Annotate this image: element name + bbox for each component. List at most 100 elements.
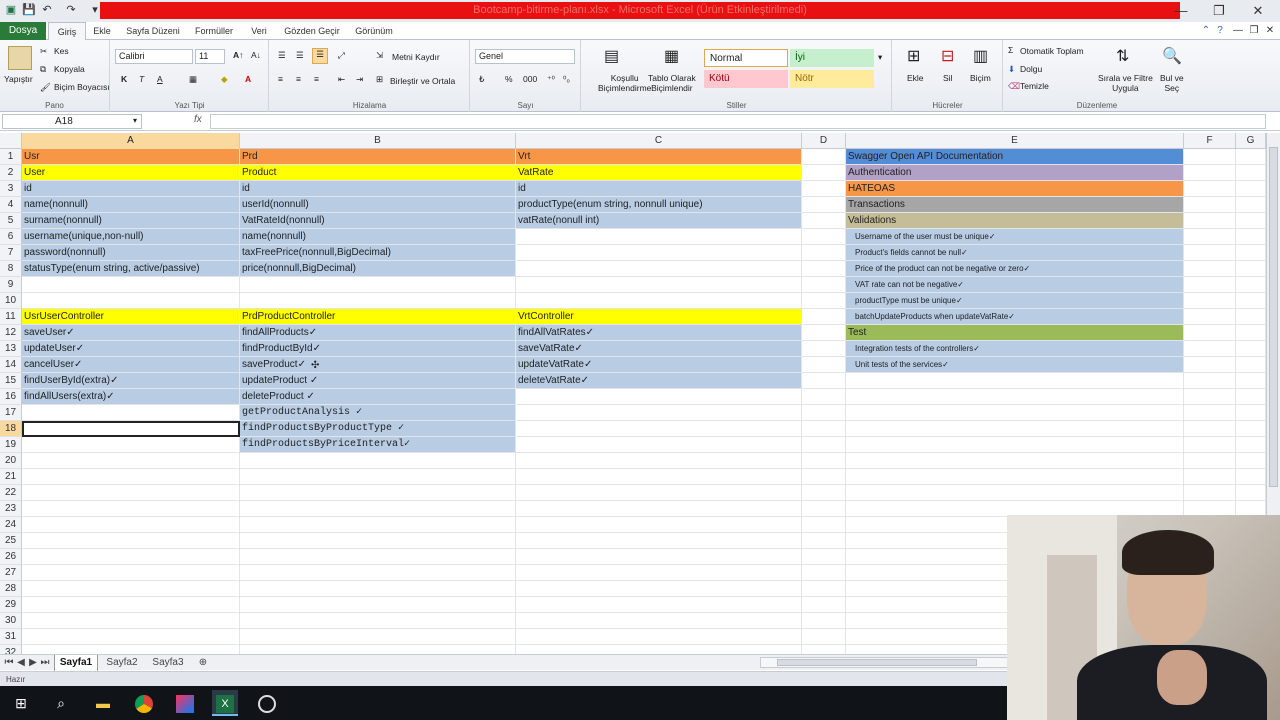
cell-b7[interactable]: taxFreePrice(nonnull,BigDecimal) [240,245,516,261]
align-bottom-icon[interactable]: ☰ [312,48,328,64]
cell-c1[interactable]: Vrt [516,149,802,165]
format-as-table-icon[interactable]: ▦ [664,46,679,66]
italic-button[interactable]: T [139,74,144,84]
row-header[interactable]: 5 [0,213,22,229]
sheet-tab-sayfa3[interactable]: Sayfa3 [148,655,188,671]
cell-b14[interactable]: saveProduct✓ [240,357,516,373]
clear-icon[interactable]: ⌫ [1008,81,1020,92]
cell-g21[interactable] [1236,469,1266,485]
column-header-f[interactable]: F [1184,133,1236,149]
cell-d30[interactable] [802,613,846,629]
cell-b26[interactable] [240,549,516,565]
cell-e4[interactable]: Transactions [846,197,1184,213]
cell-f17[interactable] [1184,405,1236,421]
cell-b20[interactable] [240,453,516,469]
cell-c9[interactable] [516,277,802,293]
cell-c18[interactable] [516,421,802,437]
cell-d7[interactable] [802,245,846,261]
cell-e5[interactable]: Validations [846,213,1184,229]
cell-e11[interactable]: batchUpdateProducts when updateVatRate✓ [846,309,1184,325]
tab-home[interactable]: Giriş [48,22,86,40]
cell-c23[interactable] [516,501,802,517]
cell-f2[interactable] [1184,165,1236,181]
cell-b30[interactable] [240,613,516,629]
cell-a32[interactable] [22,645,240,654]
cell-a28[interactable] [22,581,240,597]
cell-g3[interactable] [1236,181,1266,197]
font-color-icon[interactable]: A [245,74,251,84]
cell-d25[interactable] [802,533,846,549]
last-sheet-icon[interactable]: ⏭ [40,655,50,671]
cell-c8[interactable] [516,261,802,277]
cell-d23[interactable] [802,501,846,517]
format-painter-icon[interactable]: 🖌 [40,82,51,93]
row-header[interactable]: 19 [0,437,22,453]
cell-e12[interactable]: Test [846,325,1184,341]
column-header-d[interactable]: D [802,133,846,149]
cell-c5[interactable]: vatRate(nonull int) [516,213,802,229]
column-header-a[interactable]: A [22,133,240,149]
cell-f20[interactable] [1184,453,1236,469]
tab-review[interactable]: Gözden Geçir [280,22,344,40]
close-button[interactable]: ✕ [1243,2,1273,20]
clear-button[interactable]: Temizle [1020,81,1049,91]
format-as-table-button[interactable]: Tablo Olarak Biçimlendir [648,73,696,93]
cut-button[interactable]: Kes [54,46,69,56]
style-normal[interactable]: Normal [704,49,788,67]
orientation-icon[interactable]: ⤢ [338,50,345,61]
row-header[interactable]: 24 [0,517,22,533]
cell-d26[interactable] [802,549,846,565]
cell-d18[interactable] [802,421,846,437]
ribbon-collapse-icon[interactable]: ⌃ [1200,25,1212,37]
cell-b19[interactable]: findProductsByPriceInterval✓ [240,437,516,453]
row-header[interactable]: 2 [0,165,22,181]
paste-button[interactable]: Yapıştır [4,74,33,84]
tab-view[interactable]: Görünüm [352,22,396,40]
cell-d24[interactable] [802,517,846,533]
autosum-button[interactable]: Otomatik Toplam [1020,46,1084,56]
row-header[interactable]: 27 [0,565,22,581]
cell-e19[interactable] [846,437,1184,453]
insert-cells-icon[interactable]: ⊞ [907,46,920,66]
cell-f8[interactable] [1184,261,1236,277]
style-bad[interactable]: Kötü [704,70,788,88]
cell-g8[interactable] [1236,261,1266,277]
increase-decimal-icon[interactable]: ⁺⁰ [547,74,555,85]
cell-d28[interactable] [802,581,846,597]
insert-cells-button[interactable]: Ekle [907,73,924,83]
column-header-b[interactable]: B [240,133,516,149]
minimize-button[interactable]: — [1166,2,1196,20]
paste-icon[interactable] [8,46,32,70]
row-header[interactable]: 18 [0,421,22,437]
cell-d22[interactable] [802,485,846,501]
cell-b32[interactable] [240,645,516,654]
wrap-text-icon[interactable]: ⇲ [376,50,383,61]
cell-c10[interactable] [516,293,802,309]
increase-indent-icon[interactable]: ⇥ [356,74,363,85]
row-header[interactable]: 13 [0,341,22,357]
font-name-select[interactable]: Calibri [115,49,193,64]
row-header[interactable]: 32 [0,645,22,654]
excel-icon[interactable]: X [212,690,238,716]
merge-center-button[interactable]: Birleştir ve Ortala [390,76,455,86]
row-header[interactable]: 17 [0,405,22,421]
conditional-formatting-button[interactable]: Koşullu Biçimlendirme [598,73,651,93]
row-header[interactable]: 4 [0,197,22,213]
cell-f14[interactable] [1184,357,1236,373]
cell-c29[interactable] [516,597,802,613]
cell-b8[interactable]: price(nonnull,BigDecimal) [240,261,516,277]
cell-e2[interactable]: Authentication [846,165,1184,181]
cell-d29[interactable] [802,597,846,613]
cell-c26[interactable] [516,549,802,565]
cell-e9[interactable]: VAT rate can not be negative✓ [846,277,1184,293]
cell-e17[interactable] [846,405,1184,421]
delete-cells-icon[interactable]: ⊟ [941,46,954,66]
cell-b31[interactable] [240,629,516,645]
cell-a18[interactable] [22,421,240,437]
cell-d13[interactable] [802,341,846,357]
style-neutral[interactable]: Nötr [790,70,874,88]
cell-a7[interactable]: password(nonnull) [22,245,240,261]
cell-g7[interactable] [1236,245,1266,261]
format-painter-button[interactable]: Biçim Boyacısı [54,82,110,92]
cell-c20[interactable] [516,453,802,469]
